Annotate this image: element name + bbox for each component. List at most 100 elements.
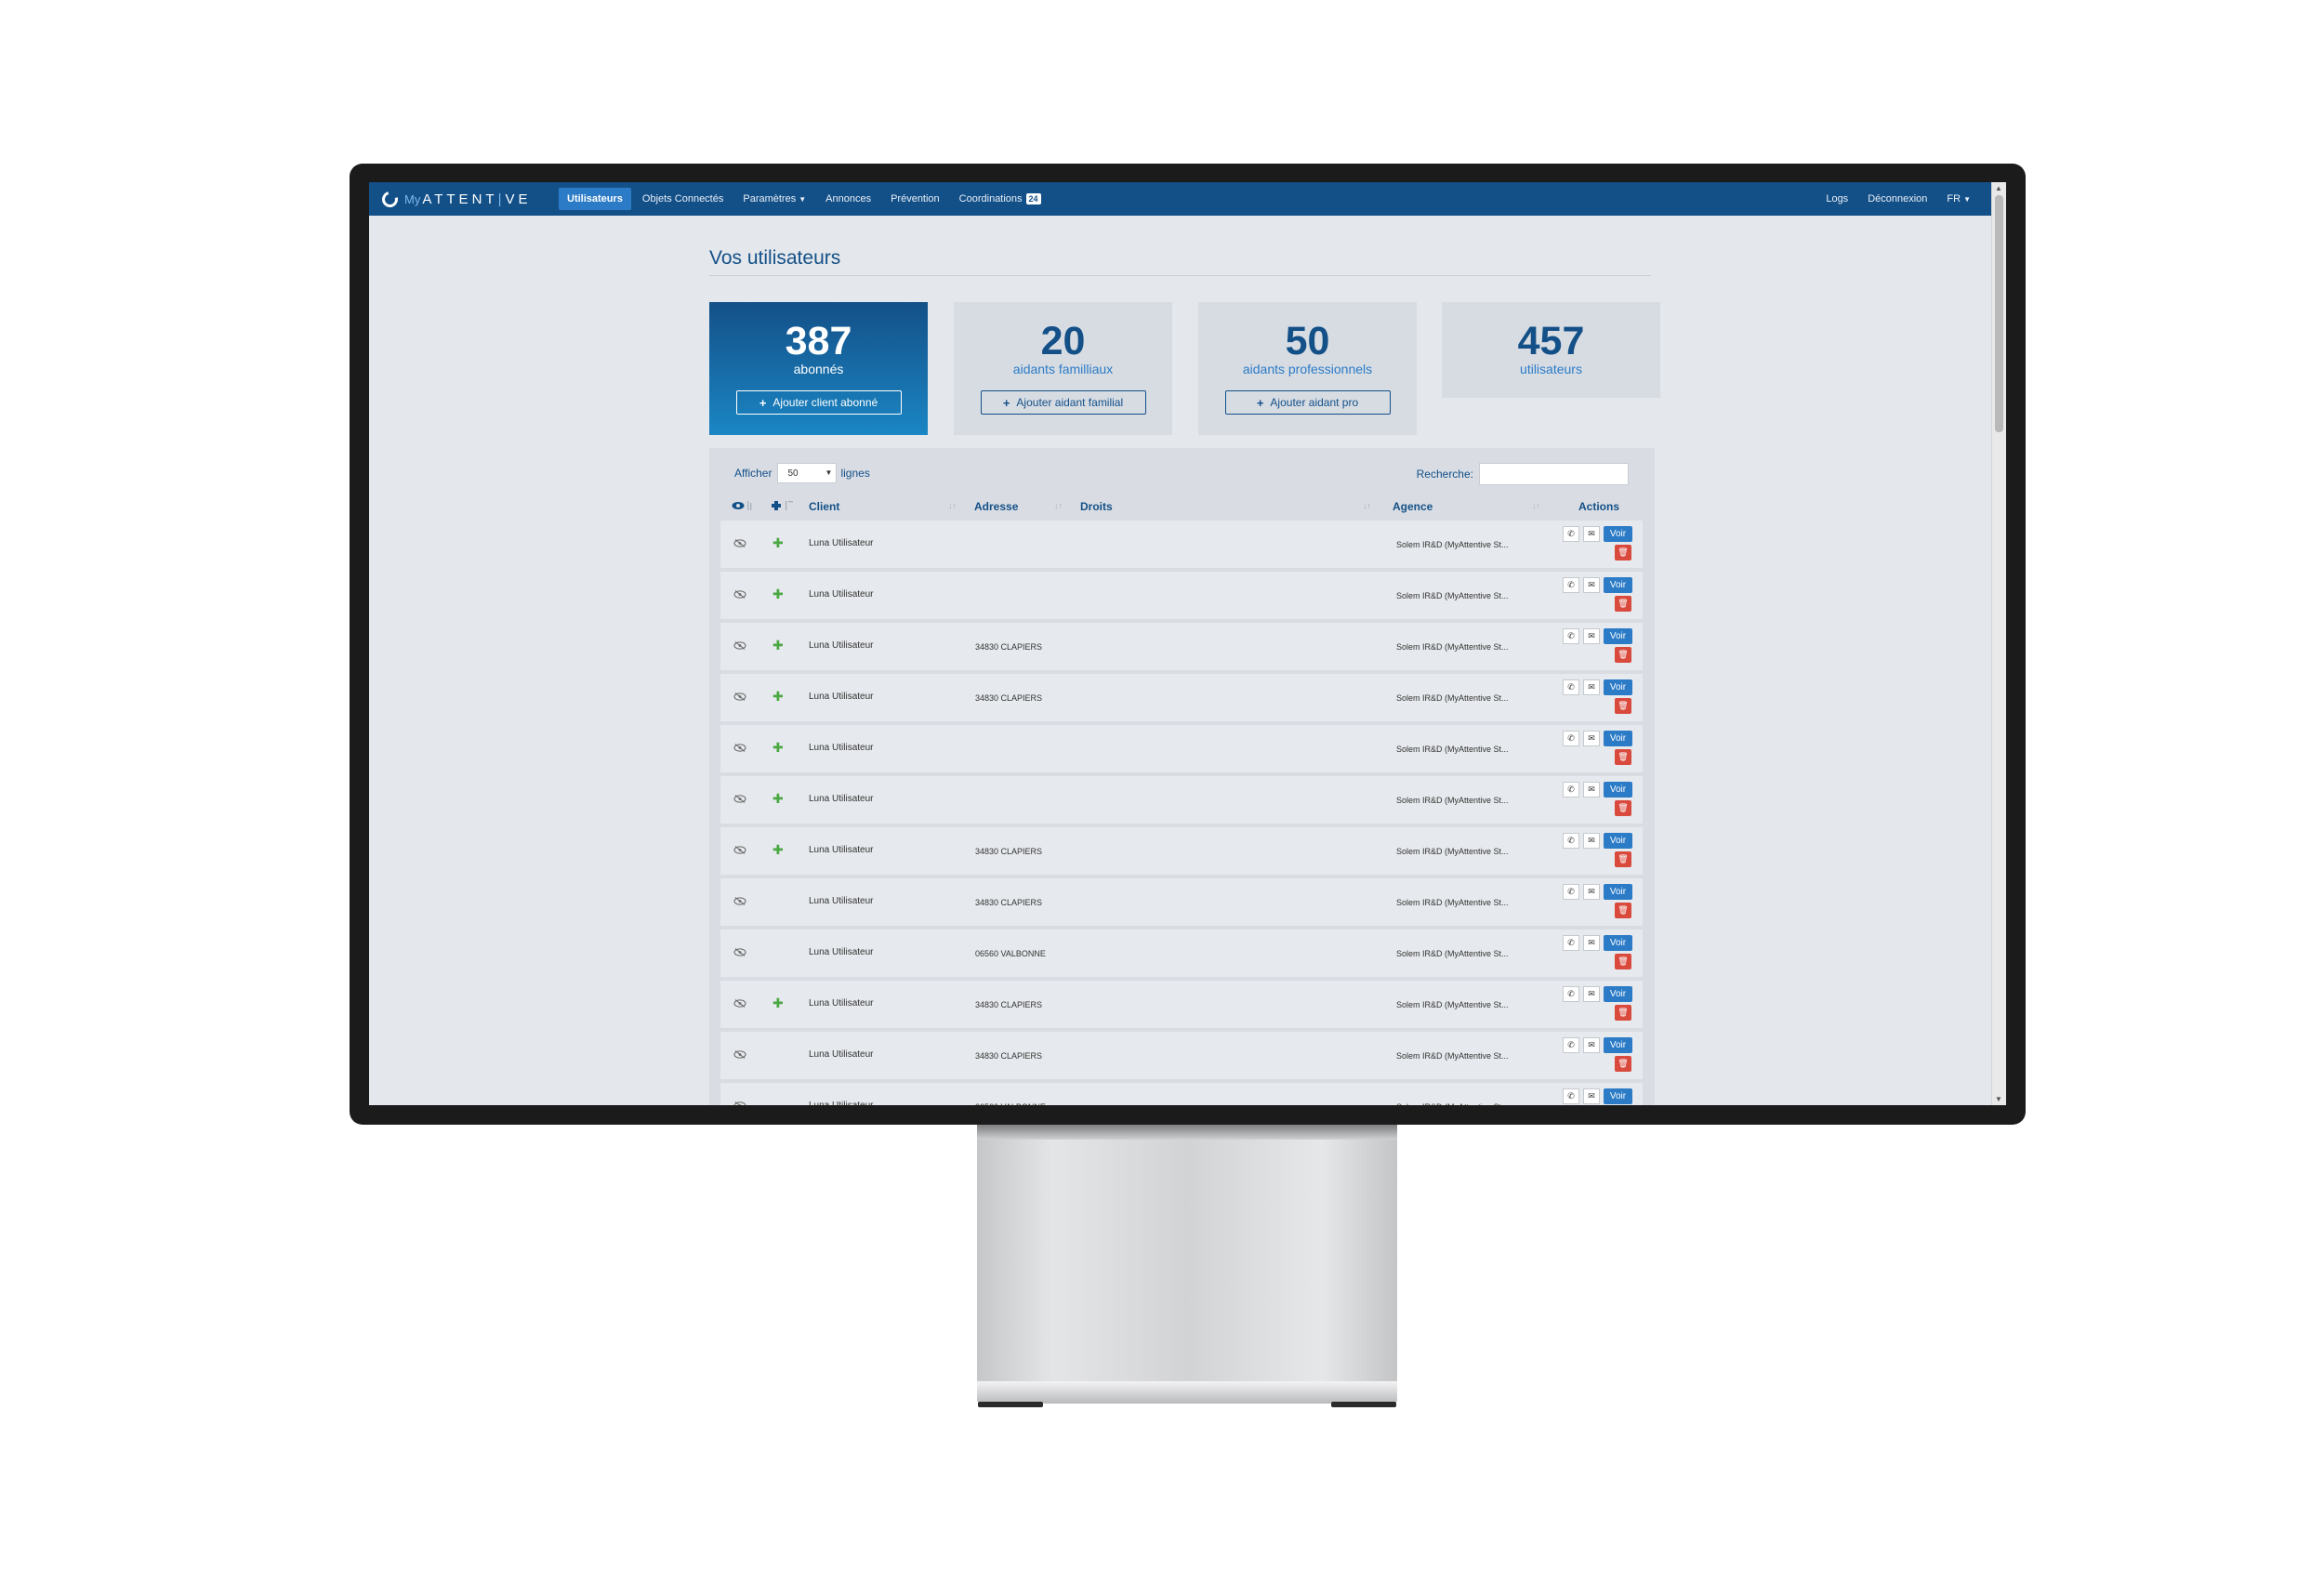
cell-client[interactable]: Luna Utilisateur: [809, 845, 873, 855]
delete-button[interactable]: 🗑: [1615, 596, 1631, 612]
call-button[interactable]: ✆: [1563, 986, 1579, 1002]
language-dropdown[interactable]: FR ▼: [1938, 188, 1979, 210]
eye-slash-icon[interactable]: [733, 999, 746, 1008]
view-button[interactable]: Voir: [1604, 884, 1632, 900]
view-button[interactable]: Voir: [1604, 731, 1632, 746]
header-adresse[interactable]: Adresse: [974, 500, 1018, 513]
visibility-column-header[interactable]: [732, 500, 756, 514]
table-row[interactable]: ✚ Luna Utilisateur 34830 CLAPIERS Solem IR&…: [720, 827, 1643, 875]
call-button[interactable]: ✆: [1563, 731, 1579, 746]
table-row[interactable]: ✚ Luna Utilisateur 34830 CLAPIERS Solem IR&…: [720, 674, 1643, 721]
nav-item-annonces[interactable]: Annonces: [817, 188, 879, 210]
eye-slash-icon[interactable]: [733, 539, 746, 547]
view-button[interactable]: Voir: [1604, 526, 1632, 542]
email-button[interactable]: ✉: [1583, 526, 1600, 542]
scroll-down-arrow-icon[interactable]: ▼: [1995, 1095, 2002, 1103]
table-row[interactable]: Luna Utilisateur 06560 VALBONNE Solem IR&D…: [720, 930, 1643, 977]
delete-button[interactable]: 🗑: [1615, 1056, 1631, 1072]
cell-client[interactable]: Luna Utilisateur: [809, 998, 873, 1009]
email-button[interactable]: ✉: [1583, 628, 1600, 644]
table-row[interactable]: Luna Utilisateur 34830 CLAPIERS Solem IR&D…: [720, 878, 1643, 926]
call-button[interactable]: ✆: [1563, 526, 1579, 542]
header-client[interactable]: Client: [809, 500, 839, 513]
view-button[interactable]: Voir: [1604, 628, 1632, 644]
scroll-up-arrow-icon[interactable]: ▲: [1995, 184, 2002, 192]
email-button[interactable]: ✉: [1583, 679, 1600, 695]
nav-item-parametres[interactable]: Paramètres ▼: [734, 188, 814, 210]
cell-client[interactable]: Luna Utilisateur: [809, 743, 873, 753]
cell-client[interactable]: Luna Utilisateur: [809, 589, 873, 600]
view-button[interactable]: Voir: [1604, 577, 1632, 593]
eye-slash-icon[interactable]: [733, 1050, 746, 1059]
delete-button[interactable]: 🗑: [1615, 903, 1631, 918]
delete-button[interactable]: 🗑: [1615, 647, 1631, 663]
view-button[interactable]: Voir: [1604, 833, 1632, 849]
page-size-select[interactable]: 50 ▼: [777, 463, 838, 483]
delete-button[interactable]: 🗑: [1615, 545, 1631, 560]
sort-icon[interactable]: ↓↑: [1054, 501, 1063, 510]
call-button[interactable]: ✆: [1563, 1037, 1579, 1053]
table-row[interactable]: Luna Utilisateur 34830 CLAPIERS Solem IR&D…: [720, 1032, 1643, 1079]
brand-logo[interactable]: My ATTENT|VE: [378, 188, 531, 210]
header-agence[interactable]: Agence: [1393, 500, 1433, 513]
view-button[interactable]: Voir: [1604, 935, 1632, 951]
email-button[interactable]: ✉: [1583, 577, 1600, 593]
sort-icon[interactable]: ↓↑: [948, 501, 957, 510]
delete-button[interactable]: 🗑: [1615, 800, 1631, 816]
call-button[interactable]: ✆: [1563, 884, 1579, 900]
eye-slash-icon[interactable]: [733, 897, 746, 905]
view-button[interactable]: Voir: [1604, 986, 1632, 1002]
call-button[interactable]: ✆: [1563, 833, 1579, 849]
email-button[interactable]: ✉: [1583, 731, 1600, 746]
header-droits[interactable]: Droits: [1080, 500, 1113, 513]
email-button[interactable]: ✉: [1583, 1088, 1600, 1104]
cell-client[interactable]: Luna Utilisateur: [809, 794, 873, 804]
cell-client[interactable]: Luna Utilisateur: [809, 896, 873, 906]
eye-slash-icon[interactable]: [733, 948, 746, 956]
add-pro-caregiver-button[interactable]: + Ajouter aidant pro: [1224, 390, 1391, 415]
call-button[interactable]: ✆: [1563, 628, 1579, 644]
scroll-thumb[interactable]: [1995, 195, 2003, 432]
email-button[interactable]: ✉: [1583, 1037, 1600, 1053]
page-scrollbar[interactable]: ▲ ▼: [1991, 182, 2006, 1105]
add-family-caregiver-button[interactable]: + Ajouter aidant familial: [980, 390, 1146, 415]
call-button[interactable]: ✆: [1563, 1088, 1579, 1104]
view-button[interactable]: Voir: [1604, 679, 1632, 695]
eye-slash-icon[interactable]: [733, 744, 746, 752]
cell-client[interactable]: Luna Utilisateur: [809, 947, 873, 957]
table-row[interactable]: Luna Utilisateur 06560 VALBONNE Solem IR&D…: [720, 1083, 1643, 1105]
table-row[interactable]: ✚ Luna Utilisateur Solem IR&D (MyAttentive…: [720, 725, 1643, 772]
view-button[interactable]: Voir: [1604, 1037, 1632, 1053]
delete-button[interactable]: 🗑: [1615, 698, 1631, 714]
sort-icon[interactable]: ↓↑: [1363, 501, 1371, 510]
email-button[interactable]: ✉: [1583, 986, 1600, 1002]
eye-slash-icon[interactable]: [733, 795, 746, 803]
search-input[interactable]: [1479, 463, 1629, 485]
delete-button[interactable]: 🗑: [1615, 1005, 1631, 1021]
cell-client[interactable]: Luna Utilisateur: [809, 640, 873, 651]
nav-item-prevention[interactable]: Prévention: [882, 188, 948, 210]
call-button[interactable]: ✆: [1563, 935, 1579, 951]
nav-item-deconnexion[interactable]: Déconnexion: [1859, 188, 1935, 210]
email-button[interactable]: ✉: [1583, 935, 1600, 951]
eye-slash-icon[interactable]: [733, 1101, 746, 1105]
sort-icon[interactable]: ↓↑: [1532, 501, 1540, 510]
add-subscriber-button[interactable]: + Ajouter client abonné: [735, 390, 902, 415]
cell-client[interactable]: Luna Utilisateur: [809, 692, 873, 702]
cell-client[interactable]: Luna Utilisateur: [809, 538, 873, 548]
email-button[interactable]: ✉: [1583, 833, 1600, 849]
view-button[interactable]: Voir: [1604, 1088, 1632, 1104]
delete-button[interactable]: 🗑: [1615, 954, 1631, 969]
eye-slash-icon[interactable]: [733, 846, 746, 854]
nav-item-coordinations[interactable]: Coordinations 24: [951, 188, 1050, 210]
eye-slash-icon[interactable]: [733, 692, 746, 701]
delete-button[interactable]: 🗑: [1615, 749, 1631, 765]
eye-slash-icon[interactable]: [733, 641, 746, 650]
eye-slash-icon[interactable]: [733, 590, 746, 599]
view-button[interactable]: Voir: [1604, 782, 1632, 798]
call-button[interactable]: ✆: [1563, 782, 1579, 798]
call-button[interactable]: ✆: [1563, 577, 1579, 593]
marker-column-header[interactable]: [771, 500, 795, 514]
cell-client[interactable]: Luna Utilisateur: [809, 1101, 873, 1105]
table-row[interactable]: ✚ Luna Utilisateur 34830 CLAPIERS Solem IR&…: [720, 623, 1643, 670]
